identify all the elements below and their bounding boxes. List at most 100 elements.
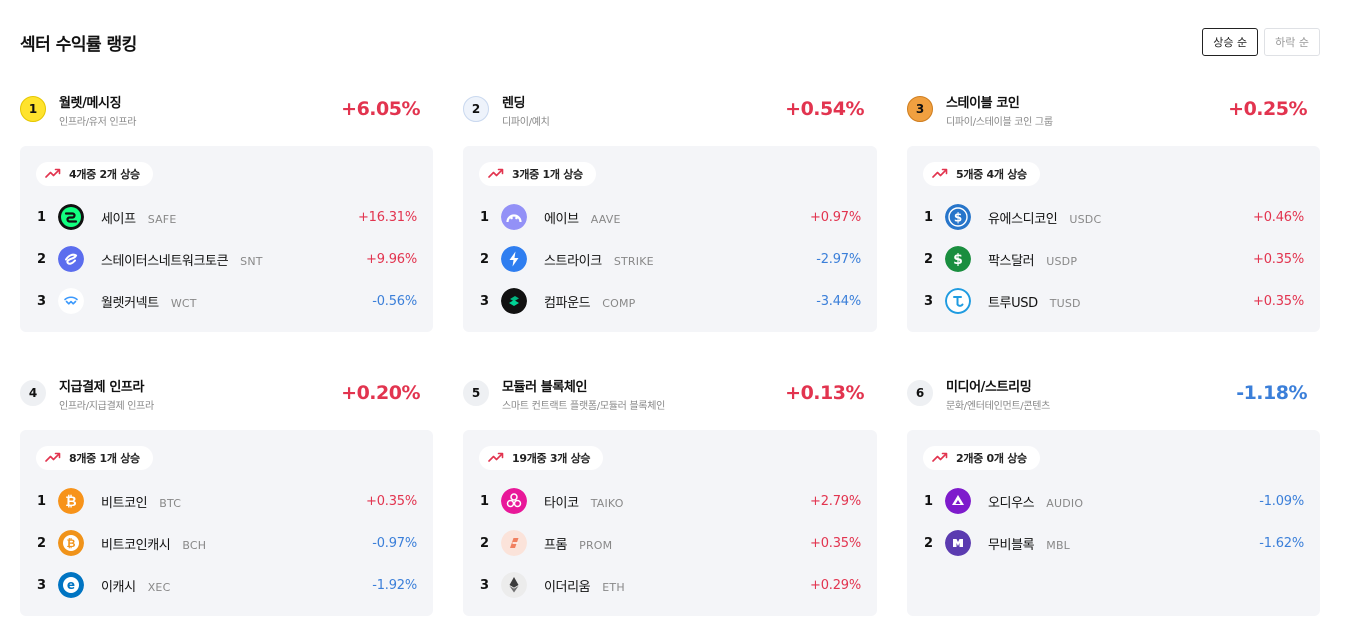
sector-card[interactable]: 6 미디어/스트리밍 문화/엔터테인먼트/콘텐츠 -1.18% 2개중 0개 상…: [907, 370, 1320, 616]
coin-row[interactable]: 2 ₿ 비트코인캐시 BCH -0.97%: [20, 522, 433, 564]
coin-name: 오디우스: [988, 495, 1035, 511]
sector-coin-list: 3개중 1개 상승 1 에이브 AAVE +0.97% 2 스트라이크 STRIKE…: [463, 146, 877, 332]
coin-name: 비트코인: [101, 495, 148, 511]
trending-up-icon: [45, 451, 61, 466]
svg-text:₿: ₿: [67, 537, 76, 550]
coin-name: 에이브: [544, 211, 579, 227]
coin-row[interactable]: 1 $ 유에스디코인 USDC +0.46%: [907, 196, 1320, 238]
coin-rank: 2: [924, 251, 934, 267]
coin-row[interactable]: 2 무비블록 MBL -1.62%: [907, 522, 1320, 564]
coin-rank: 2: [480, 251, 490, 267]
sector-header: 1 월렛/메시징 인프라/유저 인프라 +6.05%: [20, 86, 433, 146]
coin-symbol: MBL: [1046, 538, 1071, 552]
sector-change: +0.25%: [1228, 98, 1307, 120]
sort-ascending-button[interactable]: 상승 순: [1202, 28, 1259, 56]
coin-row[interactable]: 3 월렛커넥트 WCT -0.56%: [20, 280, 433, 322]
sector-category: 인프라/유저 인프라: [59, 117, 137, 128]
coin-symbol: SNT: [240, 254, 263, 268]
coin-row[interactable]: 1 에이브 AAVE +0.97%: [463, 196, 877, 238]
bitcoin-icon: ₿: [58, 488, 84, 514]
coin-rank: 1: [924, 493, 934, 509]
rising-summary-pill: 5개중 4개 상승: [923, 162, 1040, 186]
trending-up-icon: [488, 451, 504, 466]
sector-category: 문화/엔터테인먼트/콘텐츠: [946, 401, 1051, 412]
sector-change: -1.18%: [1236, 382, 1307, 404]
sector-card[interactable]: 1 월렛/메시징 인프라/유저 인프라 +6.05% 4개중 2개 상승 1 세…: [20, 86, 433, 332]
sector-card[interactable]: 3 스테이블 코인 디파이/스테이블 코인 그룹 +0.25% 5개중 4개 상…: [907, 86, 1320, 332]
page-title: 섹터 수익률 랭킹: [20, 35, 137, 55]
coin-change: +16.31%: [357, 209, 417, 225]
coin-name-group: 스트라이크 STRIKE: [544, 250, 654, 269]
rising-summary-text: 4개중 2개 상승: [69, 168, 140, 181]
sector-card[interactable]: 4 지급결제 인프라 인프라/지급결제 인프라 +0.20% 8개중 1개 상승…: [20, 370, 433, 616]
coin-name-group: 유에스디코인 USDC: [988, 208, 1101, 227]
coin-name: 월렛커넥트: [101, 295, 159, 311]
coin-symbol: AAVE: [590, 212, 621, 226]
coin-name-group: 무비블록 MBL: [988, 534, 1070, 553]
coin-name: 트루USD: [988, 295, 1038, 311]
coin-row[interactable]: 3 이더리움 ETH +0.29%: [463, 564, 877, 606]
usdp-icon: $: [945, 246, 971, 272]
coin-symbol: BCH: [182, 538, 207, 552]
sector-card[interactable]: 5 모듈러 블록체인 스마트 컨트랙트 플랫폼/모듈러 블록체인 +0.13% …: [463, 370, 877, 616]
coin-row[interactable]: 1 ₿ 비트코인 BTC +0.35%: [20, 480, 433, 522]
coin-change: +2.79%: [810, 493, 861, 509]
coin-name: 프롬: [544, 537, 568, 553]
sector-category: 인프라/지급결제 인프라: [59, 401, 154, 412]
coin-name-group: 세이프 SAFE: [101, 208, 176, 227]
coin-row[interactable]: 2 $ 팍스달러 USDP +0.35%: [907, 238, 1320, 280]
coin-change: +9.96%: [366, 251, 417, 267]
sector-card[interactable]: 2 렌딩 디파이/예치 +0.54% 3개중 1개 상승 1 에이브 AAVE +…: [463, 86, 877, 332]
coin-row[interactable]: 2 스트라이크 STRIKE -2.97%: [463, 238, 877, 280]
coin-name-group: 비트코인 BTC: [101, 492, 181, 511]
coin-change: -0.56%: [372, 293, 417, 309]
coin-name-group: 타이코 TAIKO: [544, 492, 624, 511]
coin-name: 타이코: [544, 495, 579, 511]
coin-row[interactable]: 1 세이프 SAFE +16.31%: [20, 196, 433, 238]
audius-icon: [945, 488, 971, 514]
sort-descending-button[interactable]: 하락 순: [1264, 28, 1320, 56]
coin-symbol: COMP: [602, 296, 636, 310]
sector-header: 3 스테이블 코인 디파이/스테이블 코인 그룹 +0.25%: [907, 86, 1320, 146]
rising-summary-pill: 8개중 1개 상승: [36, 446, 153, 470]
coin-name-group: 팍스달러 USDP: [988, 250, 1077, 269]
coin-symbol: TAIKO: [590, 496, 624, 510]
coin-rank: 1: [37, 493, 47, 509]
sector-coin-list: 5개중 4개 상승 1 $ 유에스디코인 USDC +0.46% 2 $ 팍스달러…: [907, 146, 1320, 332]
coin-row[interactable]: 2 프롬 PROM +0.35%: [463, 522, 877, 564]
coin-row[interactable]: 1 오디우스 AUDIO -1.09%: [907, 480, 1320, 522]
coin-row[interactable]: 3 컴파운드 COMP -3.44%: [463, 280, 877, 322]
strike-icon: [501, 246, 527, 272]
coin-name-group: 에이브 AAVE: [544, 208, 621, 227]
coin-name-group: 이더리움 ETH: [544, 576, 625, 595]
coin-rank: 2: [37, 251, 47, 267]
trending-up-icon: [488, 167, 504, 182]
sector-rank-badge: 2: [463, 96, 489, 122]
rising-summary-text: 19개중 3개 상승: [512, 452, 591, 465]
coin-name: 스테이터스네트워크토큰: [101, 253, 229, 269]
coin-symbol: ETH: [602, 580, 625, 594]
coin-symbol: TUSD: [1049, 296, 1081, 310]
svg-text:$: $: [954, 211, 962, 225]
rising-summary-text: 2개중 0개 상승: [956, 452, 1027, 465]
coin-symbol: STRIKE: [613, 254, 654, 268]
coin-row[interactable]: 3 e 이캐시 XEC -1.92%: [20, 564, 433, 606]
svg-text:$: $: [953, 252, 963, 268]
sector-rank-badge: 1: [20, 96, 46, 122]
coin-name: 비트코인캐시: [101, 537, 171, 553]
coin-rank: 1: [37, 209, 47, 225]
coin-change: +0.35%: [1253, 293, 1304, 309]
coin-name: 스트라이크: [544, 253, 602, 269]
sector-change: +0.54%: [785, 98, 864, 120]
coin-name: 컴파운드: [544, 295, 591, 311]
coin-row[interactable]: 2 스테이터스네트워크토큰 SNT +9.96%: [20, 238, 433, 280]
sector-coin-list: 8개중 1개 상승 1 ₿ 비트코인 BTC +0.35% 2 ₿ 비트코인캐시 B…: [20, 430, 433, 616]
coin-symbol: SAFE: [147, 212, 177, 226]
coin-change: -1.09%: [1259, 493, 1304, 509]
compound-icon: [501, 288, 527, 314]
coin-row[interactable]: 3 트루USD TUSD +0.35%: [907, 280, 1320, 322]
coin-change: -2.97%: [816, 251, 861, 267]
coin-name-group: 비트코인캐시 BCH: [101, 534, 206, 553]
coin-name: 세이프: [101, 211, 136, 227]
coin-row[interactable]: 1 타이코 TAIKO +2.79%: [463, 480, 877, 522]
